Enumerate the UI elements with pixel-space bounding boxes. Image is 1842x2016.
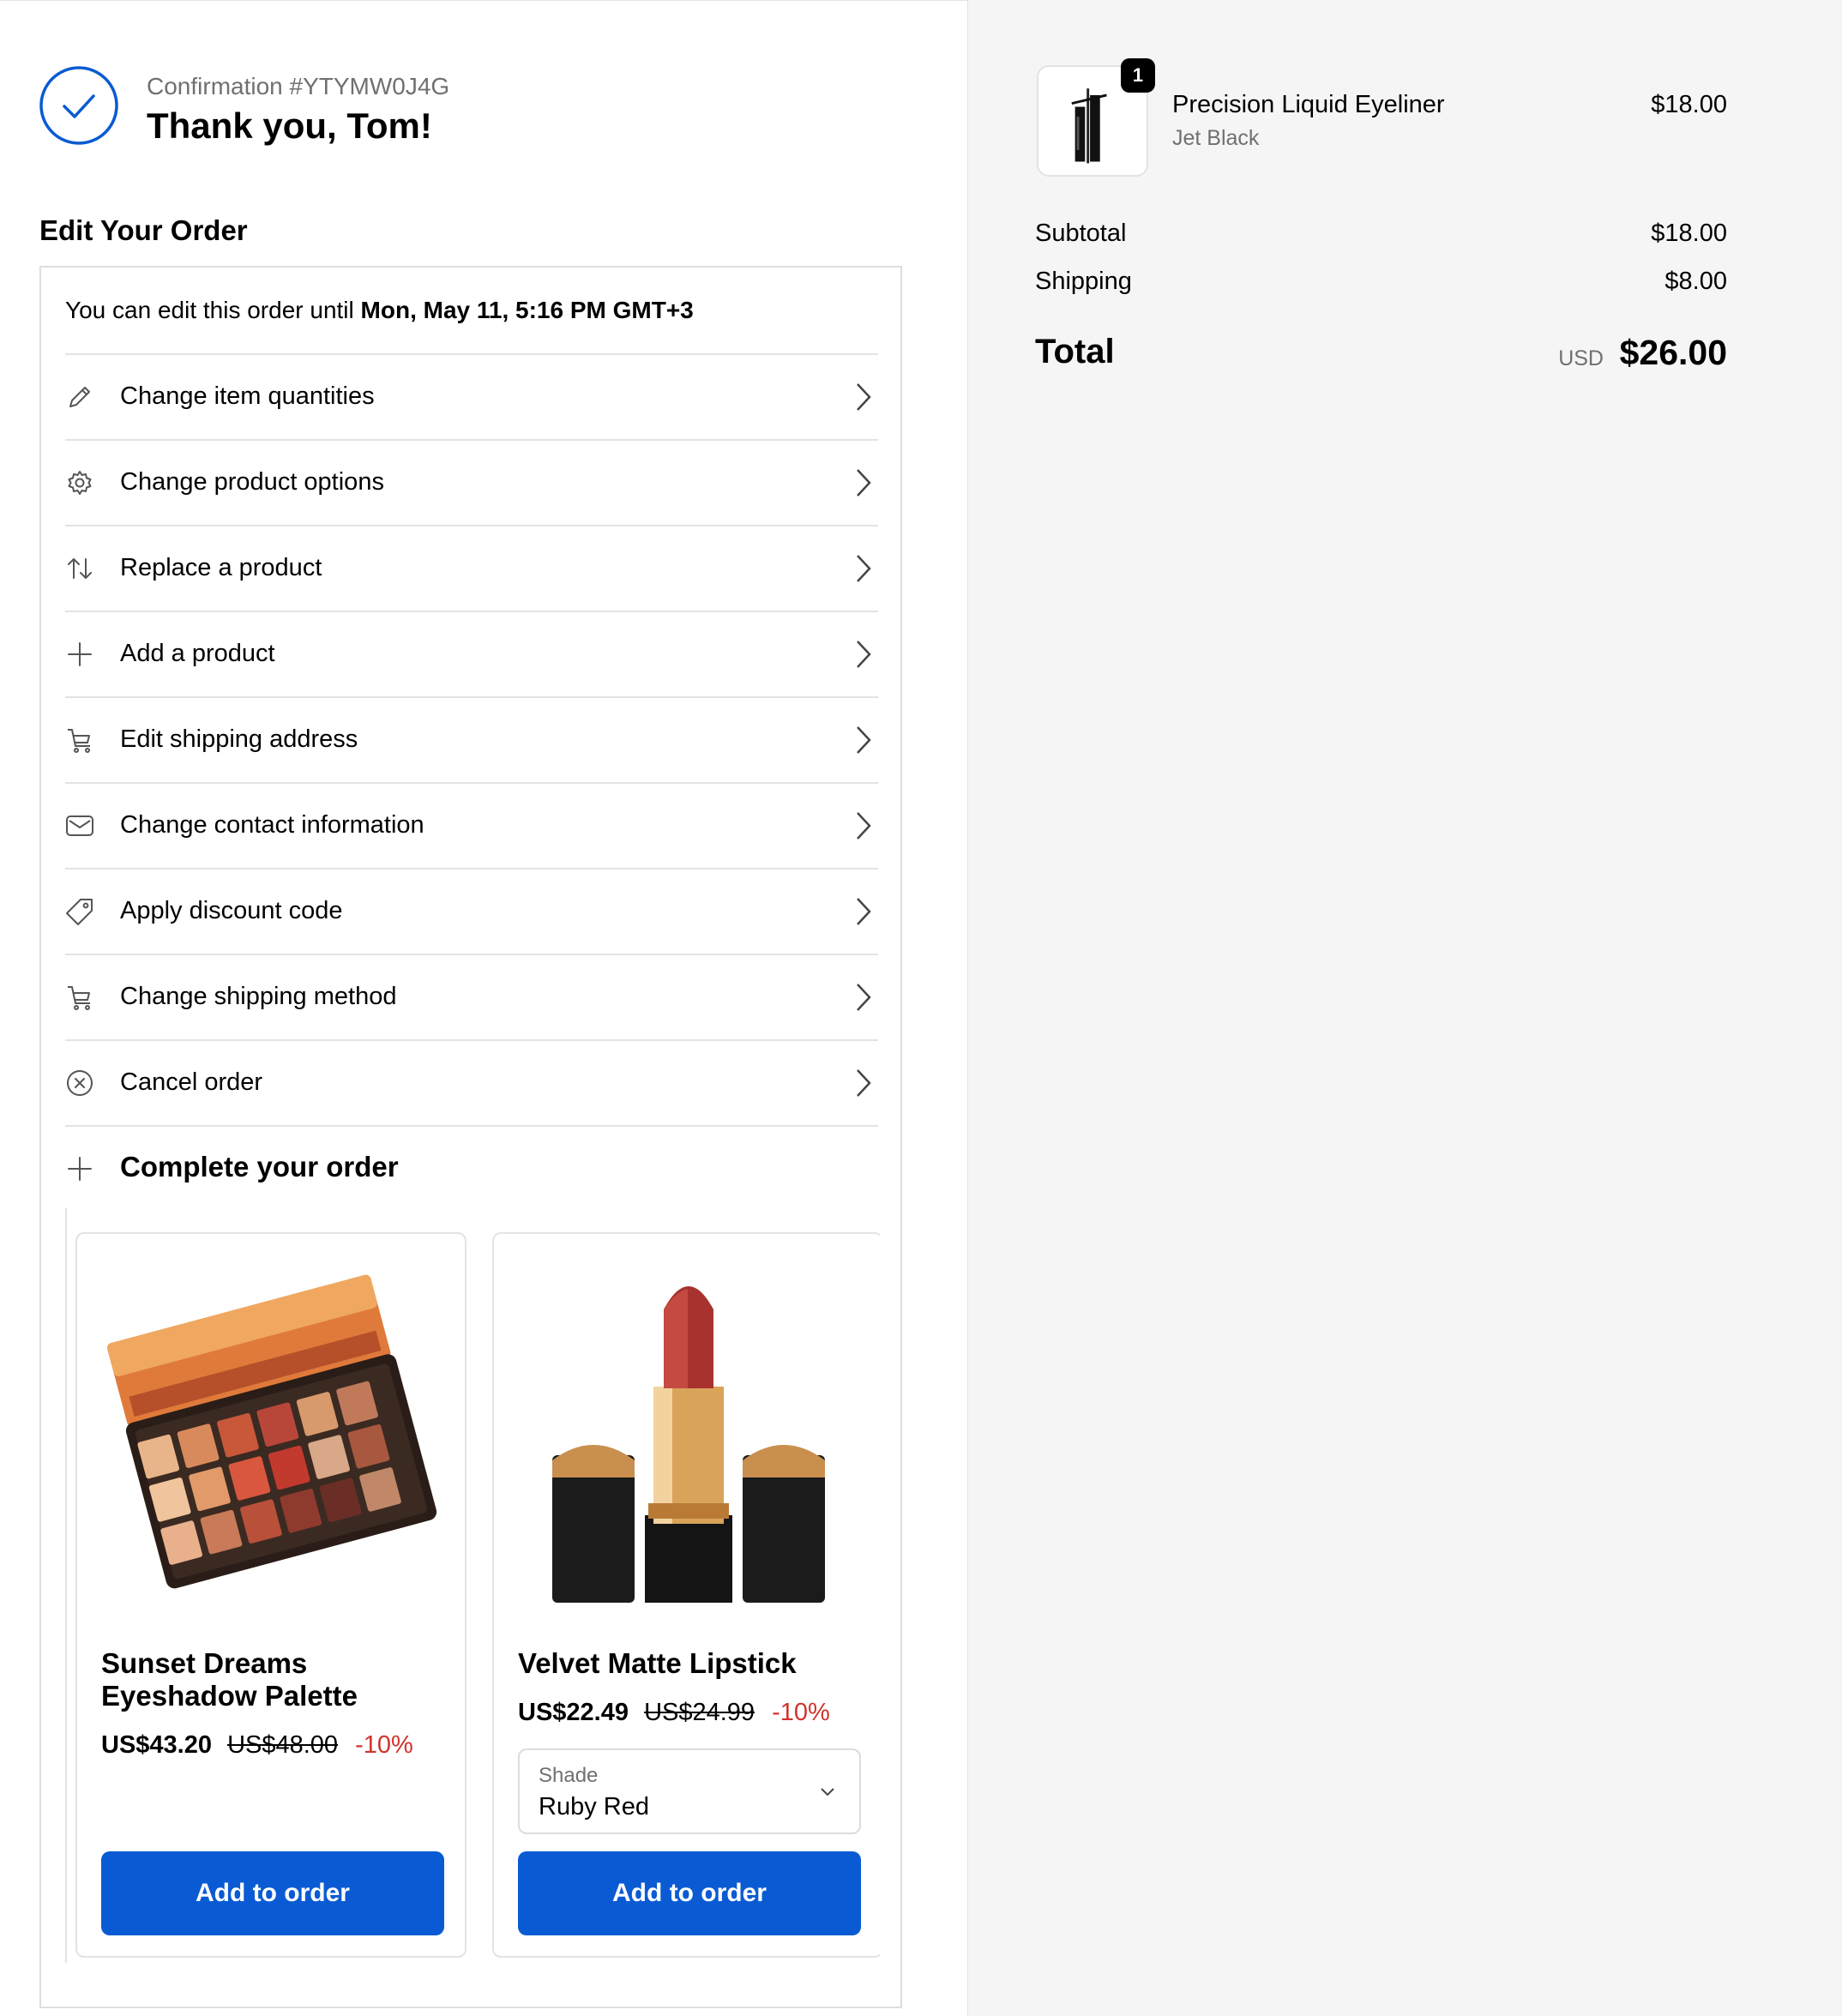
sale-price: US$22.49	[518, 1699, 629, 1726]
sale-price: US$43.20	[101, 1731, 212, 1759]
plus-icon	[68, 1157, 92, 1181]
option-change-contact-information[interactable]: Change contact information	[65, 782, 878, 868]
option-label: Apply discount code	[120, 897, 343, 924]
price-row: US$22.49 US$24.99 -10%	[518, 1699, 830, 1727]
close-circle-icon	[67, 1070, 93, 1096]
cart-icon	[68, 729, 90, 753]
add-to-order-button[interactable]: Add to order	[101, 1851, 444, 1935]
confirmation-number: Confirmation #YTYMW0J4G	[147, 73, 450, 99]
chevron-right-icon	[857, 383, 871, 411]
shipping-label: Shipping	[1035, 268, 1132, 295]
option-label: Change shipping method	[120, 983, 397, 1010]
item-variant: Jet Black	[1172, 126, 1260, 150]
product-name: Sunset Dreams Eyeshadow Palette	[101, 1647, 358, 1712]
option-add-product[interactable]: Add a product	[65, 611, 878, 696]
add-to-order-button[interactable]: Add to order	[518, 1851, 861, 1935]
discount-badge: -10%	[772, 1699, 830, 1726]
product-name: Velvet Matte Lipstick	[518, 1647, 797, 1679]
option-label: Replace a product	[120, 554, 322, 581]
option-change-item-quantities[interactable]: Change item quantities	[65, 353, 878, 439]
upsell-carousel[interactable]: Sunset Dreams Eyeshadow Palette US$43.20…	[65, 1208, 880, 1963]
chevron-right-icon	[857, 984, 871, 1011]
chevron-right-icon	[857, 812, 871, 839]
option-replace-product[interactable]: Replace a product	[65, 525, 878, 611]
chevron-right-icon	[857, 726, 871, 754]
quantity-badge: 1	[1121, 58, 1155, 93]
edit-options-list: Change item quantities Change product op…	[65, 353, 878, 1211]
tag-icon	[66, 899, 93, 925]
eyeshadow-palette-image	[107, 1274, 437, 1589]
select-label: Shade	[539, 1764, 599, 1787]
total-value: $26.00	[1619, 333, 1727, 372]
chevron-down-icon	[821, 1788, 834, 1796]
option-change-product-options[interactable]: Change product options	[65, 439, 878, 525]
edit-order-title: Edit Your Order	[39, 214, 248, 246]
chevron-right-icon	[857, 898, 871, 925]
complete-your-order-title: Complete your order	[120, 1151, 399, 1183]
price-row: US$43.20 US$48.00 -10%	[101, 1731, 413, 1760]
option-label: Change item quantities	[120, 382, 375, 410]
subtotal-value: $18.00	[1651, 220, 1727, 247]
chevron-right-icon	[857, 555, 871, 582]
item-name: Precision Liquid Eyeliner	[1172, 91, 1445, 118]
shipping-value: $8.00	[1664, 268, 1727, 295]
subtotal-label: Subtotal	[1035, 220, 1127, 247]
compare-price: US$48.00	[227, 1731, 339, 1759]
total-label: Total	[1035, 333, 1115, 370]
check-circle-icon	[39, 66, 118, 145]
pencil-icon	[69, 387, 90, 407]
option-edit-shipping-address[interactable]: Edit shipping address	[65, 696, 878, 782]
option-change-shipping-method[interactable]: Change shipping method	[65, 954, 878, 1039]
edit-order-box: You can edit this order until Mon, May 1…	[39, 266, 902, 2008]
lipstick-image	[552, 1286, 825, 1603]
thank-you-heading: Thank you, Tom!	[147, 105, 432, 146]
compare-price: US$24.99	[644, 1699, 755, 1726]
option-apply-discount-code[interactable]: Apply discount code	[65, 868, 878, 954]
chevron-right-icon	[857, 469, 871, 496]
cart-icon	[68, 986, 90, 1010]
select-value: Ruby Red	[539, 1793, 649, 1820]
edit-deadline-note: You can edit this order until Mon, May 1…	[65, 297, 694, 323]
option-label: Cancel order	[120, 1068, 263, 1096]
chevron-right-icon	[857, 641, 871, 668]
option-cancel-order[interactable]: Cancel order	[65, 1039, 878, 1125]
currency-code: USD	[1558, 346, 1604, 370]
edit-deadline: Mon, May 11, 5:16 PM GMT+3	[360, 297, 694, 323]
envelope-icon	[66, 815, 93, 836]
option-label: Add a product	[120, 640, 275, 667]
order-status-panel: Confirmation #YTYMW0J4G Thank you, Tom! …	[0, 0, 967, 2016]
order-summary-panel: 1 Precision Liquid Eyeliner Jet Black $1…	[967, 0, 1842, 2016]
option-label: Change contact information	[120, 811, 424, 839]
complete-your-order-header: Complete your order	[65, 1125, 878, 1211]
shade-select[interactable]: Shade Ruby Red	[518, 1748, 861, 1834]
discount-badge: -10%	[355, 1731, 413, 1759]
upsell-card: Sunset Dreams Eyeshadow Palette US$43.20…	[75, 1232, 467, 1958]
swap-arrows-icon	[68, 558, 92, 579]
upsell-card: Velvet Matte Lipstick US$22.49 US$24.99 …	[492, 1232, 880, 1958]
gear-icon	[68, 471, 92, 495]
option-label: Change product options	[120, 468, 384, 496]
plus-icon	[68, 642, 92, 666]
chevron-right-icon	[857, 1069, 871, 1097]
item-price: $18.00	[1651, 91, 1727, 118]
option-label: Edit shipping address	[120, 725, 358, 753]
